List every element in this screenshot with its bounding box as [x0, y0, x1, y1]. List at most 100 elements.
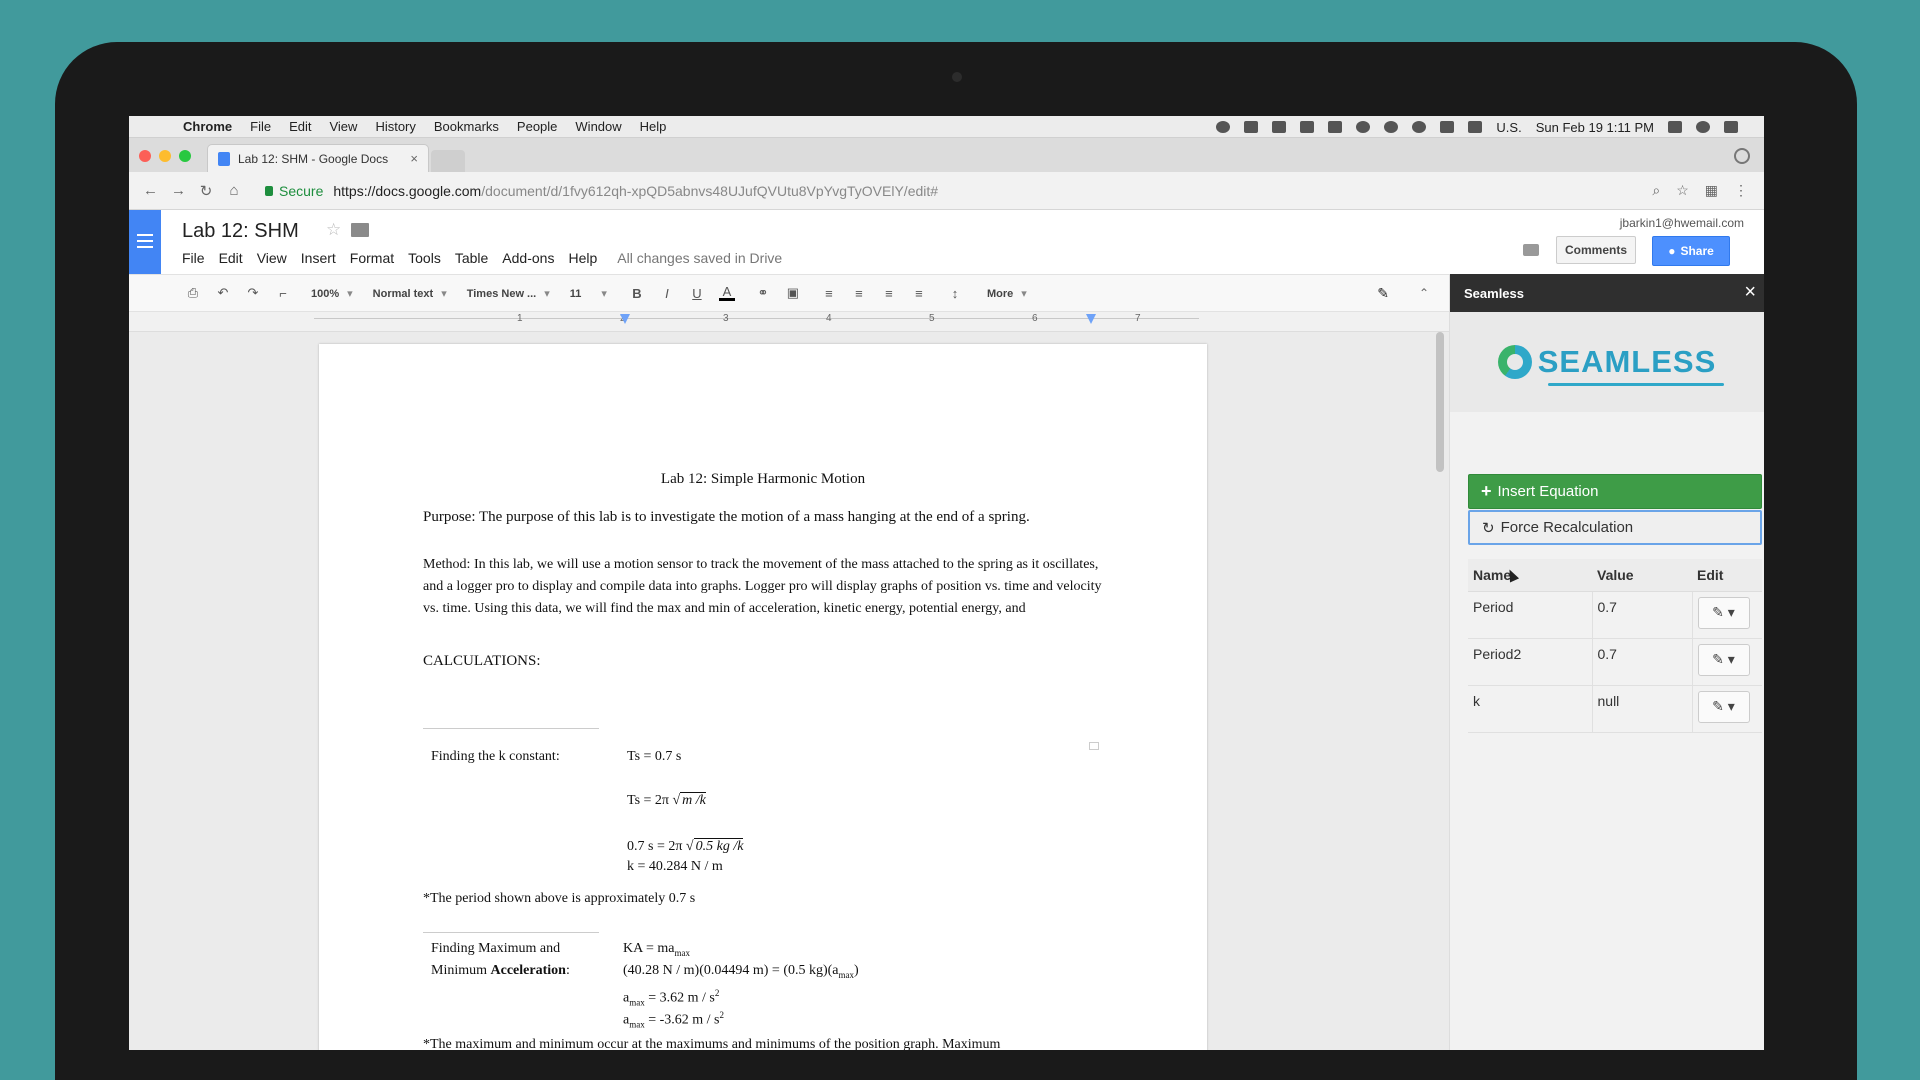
- zoom-icon[interactable]: ⌕: [1652, 182, 1660, 199]
- cloud-icon[interactable]: [1300, 121, 1315, 133]
- menu-people[interactable]: People: [517, 119, 557, 134]
- align-right-icon[interactable]: ≡: [881, 286, 897, 301]
- url-field[interactable]: Secure https://docs.google.com /document…: [265, 183, 938, 199]
- insert-equation-label: Insert Equation: [1497, 483, 1599, 500]
- ruler-number: 4: [826, 313, 832, 324]
- docs-menu-edit[interactable]: Edit: [219, 250, 243, 266]
- account-email[interactable]: jbarkin1@hwemail.com: [1620, 216, 1744, 230]
- italic-icon[interactable]: I: [659, 286, 675, 301]
- extension-icon[interactable]: ▦: [1705, 182, 1718, 199]
- document-title[interactable]: Lab 12: SHM: [182, 220, 299, 243]
- home-icon[interactable]: ⌂: [227, 182, 241, 199]
- force-recalculation-button[interactable]: ↻ Force Recalculation: [1468, 510, 1762, 545]
- docs-menu-format[interactable]: Format: [350, 250, 394, 266]
- locale-label[interactable]: U.S.: [1496, 120, 1521, 135]
- clock-label[interactable]: Sun Feb 19 1:11 PM: [1536, 120, 1654, 135]
- folder-icon[interactable]: [351, 223, 369, 237]
- volume-icon[interactable]: [1440, 121, 1455, 133]
- menu-view[interactable]: View: [329, 119, 357, 134]
- align-center-icon[interactable]: ≡: [851, 286, 867, 301]
- ruler-track: [314, 318, 1199, 326]
- notification-center-icon[interactable]: [1724, 121, 1738, 133]
- docs-menu-help[interactable]: Help: [568, 250, 597, 266]
- document-page[interactable]: Lab 12: Simple Harmonic Motion Purpose: …: [319, 344, 1207, 1050]
- profile-icon[interactable]: [1734, 148, 1750, 164]
- logo-swoosh: [1547, 383, 1725, 386]
- justify-icon[interactable]: ≡: [911, 286, 927, 301]
- chrome-menu-icon[interactable]: ⋮: [1734, 182, 1748, 199]
- edit-dropdown-button[interactable]: ✎ ▾: [1697, 596, 1750, 629]
- screen: Chrome File Edit View History Bookmarks …: [129, 116, 1764, 1050]
- insert-equation-button[interactable]: + Insert Equation: [1468, 474, 1762, 509]
- max-min-note: *The maximum and minimum occur at the ma…: [423, 1037, 1001, 1050]
- edit-cell: ✎ ▾: [1692, 685, 1762, 733]
- chat-status-icon[interactable]: [1412, 121, 1427, 133]
- font-size-select[interactable]: 11 ▾: [570, 287, 607, 300]
- menu-bookmarks[interactable]: Bookmarks: [434, 119, 499, 134]
- forward-icon[interactable]: →: [171, 182, 186, 199]
- scrollbar[interactable]: [1436, 332, 1444, 472]
- menu-history[interactable]: History: [375, 119, 415, 134]
- menu-window[interactable]: Window: [575, 119, 621, 134]
- battery-icon[interactable]: [1468, 121, 1483, 133]
- docs-menu-addons[interactable]: Add-ons: [502, 250, 554, 266]
- comments-button[interactable]: Comments: [1556, 236, 1636, 264]
- record-icon[interactable]: [1216, 121, 1231, 133]
- more-button[interactable]: More ▾: [987, 287, 1027, 300]
- docs-menu-tools[interactable]: Tools: [408, 250, 441, 266]
- ruler-number: 1: [517, 313, 523, 324]
- share-button[interactable]: ● Share: [1652, 236, 1730, 266]
- zoom-select[interactable]: 100% ▾: [311, 287, 353, 300]
- sidebar-close-icon[interactable]: ×: [1744, 282, 1756, 302]
- ruler-number: 5: [929, 313, 935, 324]
- new-tab-button[interactable]: [431, 150, 465, 172]
- collapse-icon[interactable]: ⌃: [1419, 286, 1429, 300]
- link-icon[interactable]: ⚭: [755, 285, 771, 301]
- back-icon[interactable]: ←: [143, 182, 158, 199]
- text-color-icon[interactable]: A: [718, 285, 735, 301]
- bluetooth-icon[interactable]: [1328, 121, 1343, 133]
- spotlight-icon[interactable]: [1696, 121, 1710, 133]
- docs-menu-view[interactable]: View: [257, 250, 287, 266]
- align-left-icon[interactable]: ≡: [821, 286, 837, 301]
- bookmark-star-icon[interactable]: ☆: [1676, 182, 1689, 199]
- menu-app-name[interactable]: Chrome: [183, 119, 232, 134]
- bold-icon[interactable]: B: [629, 286, 645, 301]
- browser-tab[interactable]: Lab 12: SHM - Google Docs ×: [207, 144, 429, 172]
- reload-icon[interactable]: ↻: [199, 182, 213, 200]
- ts-value: Ts = 0.7 s: [627, 749, 682, 764]
- force-recalculation-label: Force Recalculation: [1500, 519, 1634, 536]
- clock-icon[interactable]: [1356, 121, 1371, 133]
- chat-icon[interactable]: [1523, 244, 1539, 256]
- paint-format-icon[interactable]: ⌐: [275, 286, 291, 301]
- zoom-window-icon[interactable]: [179, 150, 191, 162]
- menu-edit[interactable]: Edit: [289, 119, 311, 134]
- tab-close-icon[interactable]: ×: [410, 151, 418, 166]
- print-icon[interactable]: ⎙: [185, 285, 201, 301]
- docs-logo-icon[interactable]: [129, 210, 161, 274]
- font-select[interactable]: Times New ... ▾: [467, 287, 550, 300]
- close-window-icon[interactable]: [139, 150, 151, 162]
- wifi-icon[interactable]: [1384, 121, 1399, 133]
- edit-dropdown-button[interactable]: ✎ ▾: [1697, 690, 1750, 723]
- star-icon[interactable]: ☆: [326, 220, 341, 240]
- docs-menu-table[interactable]: Table: [455, 250, 488, 266]
- menu-help[interactable]: Help: [640, 119, 667, 134]
- app-icon[interactable]: [1272, 121, 1287, 133]
- underline-icon[interactable]: U: [689, 286, 705, 301]
- undo-icon[interactable]: ↶: [215, 285, 231, 301]
- comment-icon[interactable]: ▣: [785, 285, 801, 301]
- user-icon[interactable]: [1668, 121, 1682, 133]
- edit-dropdown-button[interactable]: ✎ ▾: [1697, 643, 1750, 676]
- menu-file[interactable]: File: [250, 119, 271, 134]
- dropbox-icon[interactable]: [1244, 121, 1259, 133]
- ruler[interactable]: 1 2 3 4 5 6 7: [129, 312, 1449, 332]
- redo-icon[interactable]: ↷: [245, 285, 261, 301]
- minimize-window-icon[interactable]: [159, 150, 171, 162]
- save-status[interactable]: All changes saved in Drive: [617, 250, 782, 266]
- editing-mode-icon[interactable]: ✎: [1377, 285, 1389, 302]
- docs-menu-insert[interactable]: Insert: [301, 250, 336, 266]
- line-spacing-icon[interactable]: ↕: [947, 286, 963, 301]
- style-select[interactable]: Normal text ▾: [373, 287, 447, 300]
- docs-menu-file[interactable]: File: [182, 250, 205, 266]
